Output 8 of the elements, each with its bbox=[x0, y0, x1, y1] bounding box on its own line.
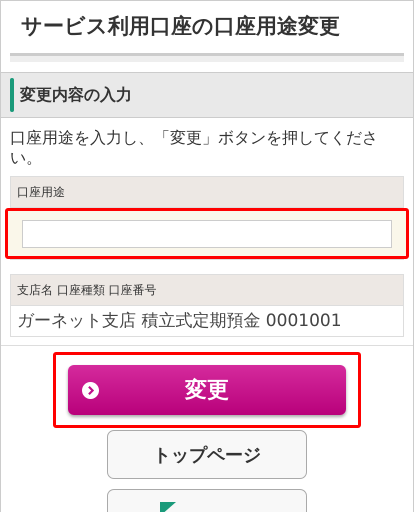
instruction-text: 口座用途を入力し、「変更」ボタンを押してください。 bbox=[10, 128, 379, 168]
section-title: 変更内容の入力 bbox=[20, 84, 132, 106]
top-page-button[interactable]: トップページ bbox=[107, 430, 307, 479]
account-value: ガーネット支店 積立式定期預金 0001001 bbox=[16, 310, 343, 333]
field-label: 支店名 口座種類 口座番号 bbox=[11, 275, 403, 306]
change-button[interactable]: 変更 bbox=[68, 365, 346, 415]
field-label: 口座用途 bbox=[11, 177, 403, 208]
page-title: サービス利用口座の口座用途変更 bbox=[20, 13, 341, 40]
